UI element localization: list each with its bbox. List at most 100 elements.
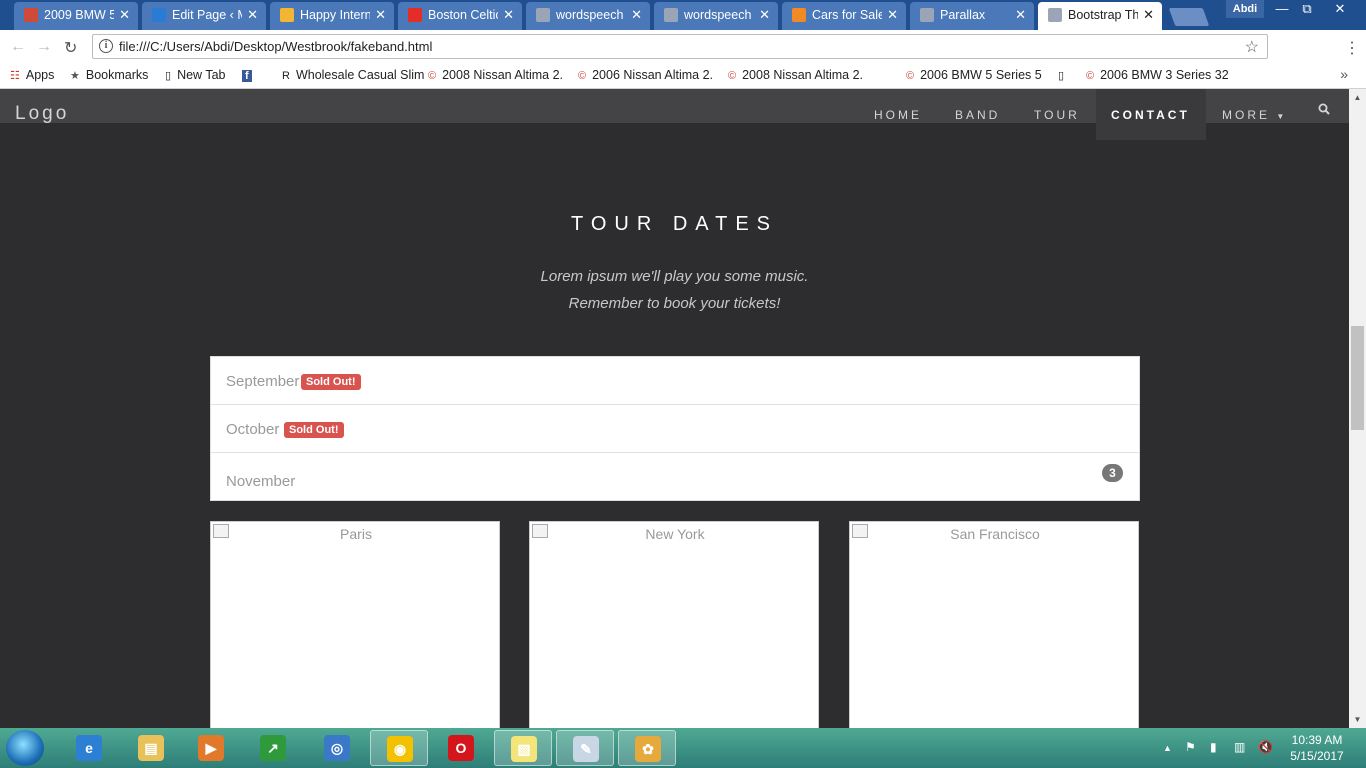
cargurus-icon: © xyxy=(1086,70,1095,82)
taskbar-app-button[interactable]: ▧ xyxy=(494,730,552,766)
city-card-san-francisco[interactable]: San Francisco xyxy=(849,521,1139,728)
file-explorer-icon: ▤ xyxy=(138,735,164,761)
taskbar-app-button[interactable]: ◎ xyxy=(308,730,366,766)
tab-close-icon[interactable]: ✕ xyxy=(1143,7,1154,23)
browser-tab[interactable]: wordspeech ✕ xyxy=(526,2,650,30)
taskbar-app-button[interactable]: ✎ xyxy=(556,730,614,766)
search-icon[interactable] xyxy=(1318,103,1330,115)
bookmark-item[interactable]: ▯ xyxy=(1058,68,1070,82)
browser-tab[interactable]: Edit Page ‹ M ✕ xyxy=(142,2,266,30)
tab-close-icon[interactable]: ✕ xyxy=(119,7,130,23)
city-card-paris[interactable]: Paris xyxy=(210,521,500,728)
tab-close-icon[interactable]: ✕ xyxy=(887,7,898,23)
nav-band[interactable]: BAND xyxy=(955,108,1000,122)
nav-contact[interactable]: CONTACT xyxy=(1111,108,1190,122)
bookmark-star-icon[interactable]: ☆ xyxy=(1245,37,1259,57)
nav-tour[interactable]: TOUR xyxy=(1034,108,1080,122)
paint-icon: ✿ xyxy=(635,736,661,762)
power-icon[interactable]: ▮ xyxy=(1210,740,1217,754)
restore-button[interactable]: ⧉ xyxy=(1293,0,1321,18)
bookmark-item[interactable]: ★ Bookmarks xyxy=(70,68,148,82)
close-window-button[interactable]: ✕ xyxy=(1326,0,1354,18)
tab-title: Parallax xyxy=(940,8,986,22)
site-logo[interactable]: Logo xyxy=(15,103,69,125)
profile-button[interactable]: Abdi xyxy=(1226,0,1264,18)
vertical-scrollbar[interactable]: ▲ ▼ xyxy=(1349,89,1366,728)
list-item-september: September Sold Out! xyxy=(211,357,1139,405)
tab-close-icon[interactable]: ✕ xyxy=(503,7,514,23)
back-icon[interactable]: ← xyxy=(10,38,26,56)
bookmark-item[interactable]: © 2006 BMW 5 Series 5 xyxy=(906,68,1042,82)
system-clock[interactable]: 10:39 AM 5/15/2017 xyxy=(1282,732,1352,764)
taskbar-app-button[interactable]: ↗ xyxy=(244,730,302,766)
network-signal-icon[interactable]: ▥ xyxy=(1234,740,1245,754)
address-bar[interactable]: i file:///C:/Users/Abdi/Desktop/Westbroo… xyxy=(92,34,1268,59)
adblock-plus-icon[interactable]: ABP xyxy=(1306,38,1326,58)
taskbar-app-button[interactable]: ✿ xyxy=(618,730,676,766)
browser-tab[interactable]: Parallax ✕ xyxy=(910,2,1034,30)
nav-more[interactable]: MORE ▼ xyxy=(1222,108,1287,122)
bookmark-item[interactable]: R Wholesale Casual Slim xyxy=(282,68,424,82)
taskbar-app-button[interactable]: ▤ xyxy=(122,730,180,766)
tab-title: wordspeech xyxy=(684,8,752,22)
info-icon[interactable]: i xyxy=(99,39,113,53)
tab-title: Happy Intern xyxy=(300,8,370,22)
sold-out-label: Sold Out! xyxy=(301,374,361,390)
bookmarks-bar: ☷ Apps ★ Bookmarks ▯ New Tab f R Wholesale Casua… xyxy=(0,63,1366,89)
browser-tab[interactable]: Happy Intern ✕ xyxy=(270,2,394,30)
tab-close-icon[interactable]: ✕ xyxy=(1015,7,1026,23)
reload-icon[interactable]: ↻ xyxy=(64,38,77,58)
apps-grid-icon: ☷ xyxy=(10,70,20,82)
tab-close-icon[interactable]: ✕ xyxy=(631,7,642,23)
bookmark-item[interactable]: © 2006 Nissan Altima 2. xyxy=(578,68,713,82)
tab-close-icon[interactable]: ✕ xyxy=(375,7,386,23)
clock-time: 10:39 AM xyxy=(1291,733,1343,747)
bookmark-item[interactable]: f xyxy=(242,68,258,82)
city-card-new-york[interactable]: New York xyxy=(529,521,819,728)
bookmark-item[interactable]: ☷ Apps xyxy=(10,68,54,82)
action-center-flag-icon[interactable]: ⚑ xyxy=(1185,740,1196,754)
page-title: TOUR DATES xyxy=(570,213,779,235)
scroll-up-icon[interactable]: ▲ xyxy=(1349,89,1366,106)
browser-tab[interactable]: wordspeech ✕ xyxy=(654,2,778,30)
forward-icon[interactable]: → xyxy=(36,38,52,56)
tray-expand-icon[interactable]: ▲ xyxy=(1163,743,1172,753)
new-tab-button[interactable] xyxy=(1168,8,1210,26)
taskbar-app-button[interactable]: e xyxy=(60,730,118,766)
tab-title: 2009 BMW 5 xyxy=(44,8,114,22)
autotrader-icon xyxy=(792,8,806,22)
bookmark-label: 2008 Nissan Altima 2. xyxy=(742,68,864,82)
page-icon: ▯ xyxy=(165,70,172,82)
start-button-icon[interactable] xyxy=(6,730,44,766)
scroll-down-icon[interactable]: ▼ xyxy=(1349,711,1366,728)
taskbar-app-button[interactable]: ▶ xyxy=(182,730,240,766)
browser-toolbar: ← → ↻ i file:///C:/Users/Abdi/Desktop/We… xyxy=(0,30,1366,63)
tab-close-icon[interactable]: ✕ xyxy=(247,7,258,23)
browser-tab[interactable]: Bootstrap Th ✕ xyxy=(1038,2,1162,30)
bookmark-label: New Tab xyxy=(177,68,226,82)
bookmark-item[interactable]: © 2008 Nissan Altima 2. xyxy=(728,68,863,82)
taskbar-app-button[interactable]: O xyxy=(432,730,490,766)
windows-taskbar: e ▤ ▶ ↗ ◎ ◉ O ▧ ✎ ✿ ▲ ⚑ ▮ ▥ 🔇 10:39 AM 5/15/2017 xyxy=(0,728,1366,768)
r-icon: R xyxy=(282,70,290,82)
bookmarks-overflow-icon[interactable]: » xyxy=(1340,66,1348,82)
bookmark-item[interactable]: ▯ New Tab xyxy=(165,68,225,82)
extension-new-icon[interactable]: NEW xyxy=(1274,38,1294,58)
browser-tab[interactable]: Boston Celtic ✕ xyxy=(398,2,522,30)
media-player-icon: ▶ xyxy=(198,735,224,761)
scrollbar-thumb[interactable] xyxy=(1351,326,1364,430)
bookmark-item[interactable]: © 2008 Nissan Altima 2. xyxy=(428,68,563,82)
extension-abp-label: ABP xyxy=(1308,44,1324,51)
nav-home[interactable]: HOME xyxy=(874,108,922,122)
menu-kebab-icon[interactable]: ⋮ xyxy=(1344,38,1360,58)
address-url[interactable]: file:///C:/Users/Abdi/Desktop/Westbrook/… xyxy=(119,39,432,54)
tab-close-icon[interactable]: ✕ xyxy=(759,7,770,23)
browser-tab[interactable]: 2009 BMW 5 ✕ xyxy=(14,2,138,30)
page-icon xyxy=(920,8,934,22)
taskbar-app-button[interactable]: ◉ xyxy=(370,730,428,766)
browser-tab[interactable]: Cars for Sale ✕ xyxy=(782,2,906,30)
bookmark-item[interactable]: © 2006 BMW 3 Series 32 xyxy=(1086,68,1229,82)
volume-muted-icon[interactable]: 🔇 xyxy=(1258,740,1273,754)
minimize-button[interactable]: — xyxy=(1268,0,1296,18)
bookmark-label: Wholesale Casual Slim xyxy=(295,68,425,82)
